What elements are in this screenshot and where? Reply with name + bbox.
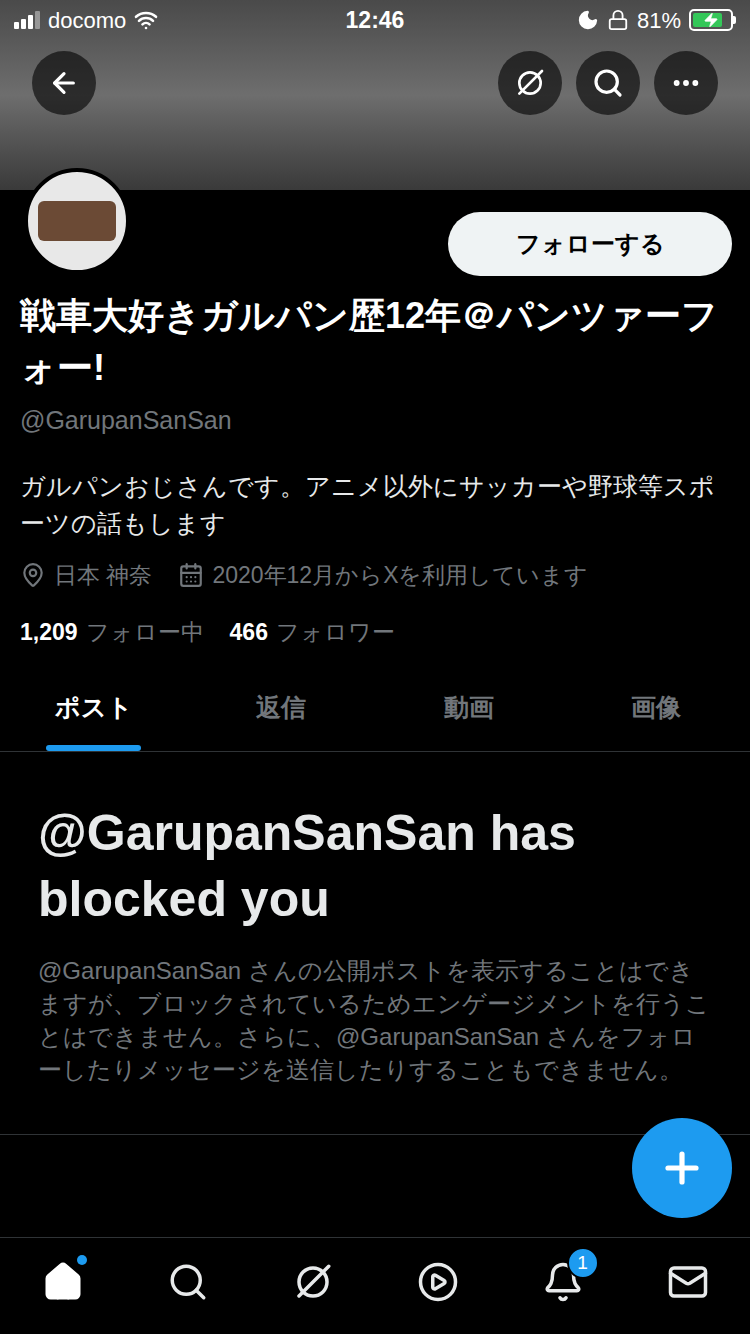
header-button[interactable] [498,51,562,115]
bottom-nav: 1 [0,1237,750,1334]
tab[interactable]: 動画 [375,671,563,751]
video-icon [417,1261,459,1303]
back-arrow-icon [48,67,80,99]
tab-indicator [421,745,516,751]
follow-button[interactable]: フォローする [448,212,732,276]
status-right: 81% [516,4,736,37]
battery-percent: 81% [637,4,681,37]
more-icon [670,67,702,99]
wifi-icon [134,8,158,32]
grok-icon [514,67,546,99]
header-banner: docomo 12:46 81% [0,0,750,190]
status-bar: docomo 12:46 81% [0,0,750,40]
display-name: 戦車大好きガルパン歴12年＠パンツァーフォー! [20,290,730,394]
signal-icon [14,11,40,29]
avatar-picture [38,201,116,241]
tab[interactable]: ポスト [0,671,188,751]
unread-dot [77,1255,87,1265]
profile-top-row: フォローする [0,168,750,276]
nav-item[interactable] [23,1247,103,1317]
nav-item[interactable] [273,1247,353,1317]
bio: ガルパンおじさんです。アニメ以外にサッカーや野球等スポーツの話もします [20,468,730,542]
nav-item[interactable] [148,1247,228,1317]
tab-indicator [609,745,704,751]
carrier: docomo [48,4,126,37]
location: 日本 神奈 [54,558,152,593]
follow-counts: 1,209フォロー中 466フォロワー [20,615,730,650]
blocked-notice: @GarupanSanSan has blocked you @GarupanSa… [0,752,750,1135]
mail-icon [667,1261,709,1303]
nav-item[interactable]: 1 [523,1247,603,1317]
tab[interactable]: 画像 [563,671,750,751]
profile-screen: docomo12:4681%フォローする戦車大好きガルパン歴12年＠パンツァーフ… [0,0,750,1334]
moon-icon [577,9,599,31]
nav-item[interactable] [398,1247,478,1317]
compose-button[interactable] [632,1118,732,1218]
search-icon [167,1261,209,1303]
location-icon [20,562,46,588]
rotation-lock-icon [607,9,629,31]
avatar[interactable] [24,168,130,274]
tab-indicator [46,745,141,751]
header-buttons [0,40,750,115]
blocked-body: @GarupanSanSan さんの公開ポストを表示することはできますが、ブロッ… [38,954,712,1086]
header-button[interactable] [576,51,640,115]
tab-bar: ポスト返信動画画像 [0,671,750,752]
followers[interactable]: 466フォロワー [230,615,395,650]
grok-icon [292,1261,334,1303]
plus-icon [658,1144,706,1192]
joined-date: 2020年12月からXを利用しています [212,558,588,593]
nav-item[interactable] [648,1247,728,1317]
carrier-group: docomo [14,4,234,37]
meta-row: 日本 神奈 2020年12月からXを利用しています [20,558,730,593]
tab-indicator [234,745,329,751]
search-icon [592,67,624,99]
calendar-icon [178,562,204,588]
profile-info: 戦車大好きガルパン歴12年＠パンツァーフォー! @GarupanSanSan ガルパ… [0,276,750,649]
header-button[interactable] [32,51,96,115]
notification-badge: 1 [567,1247,599,1279]
clock: 12:46 [346,3,405,38]
following[interactable]: 1,209フォロー中 [20,615,204,650]
blocked-title: @GarupanSanSan has blocked you [38,800,712,932]
handle: @GarupanSanSan [20,402,730,438]
tab[interactable]: 返信 [188,671,376,751]
charging-icon [703,12,719,28]
home-icon [42,1261,84,1303]
battery-icon [689,9,736,31]
header-button[interactable] [654,51,718,115]
